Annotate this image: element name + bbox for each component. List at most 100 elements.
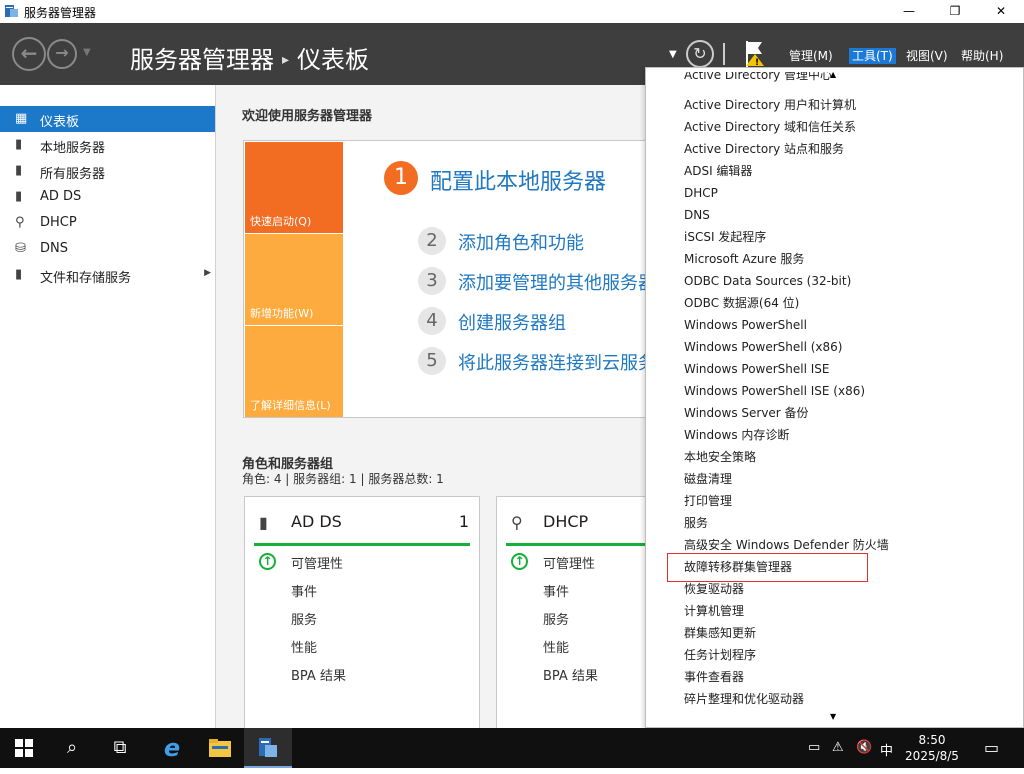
tools-menu-item[interactable]: 本地安全策略	[684, 446, 756, 468]
row-events[interactable]: 事件	[543, 581, 569, 600]
tools-menu-item[interactable]: 打印管理	[684, 490, 732, 512]
sidebar-item-label: 仪表板	[40, 115, 80, 130]
role-card-title[interactable]: AD DS	[291, 512, 342, 531]
tools-menu-item[interactable]: Windows Server 备份	[684, 402, 809, 424]
breadcrumb-root[interactable]: 服务器管理器	[130, 46, 274, 74]
ok-status-icon: ↑	[511, 553, 528, 570]
ie-browser-icon[interactable]: e	[148, 728, 196, 768]
back-button[interactable]: ←	[12, 37, 46, 71]
row-manageability[interactable]: 可管理性	[543, 553, 595, 572]
role-card-count: 1	[458, 512, 469, 531]
ime-indicator[interactable]: 中	[880, 740, 893, 759]
sidebar-item-all-servers[interactable]: ▮ 所有服务器	[0, 158, 215, 184]
tile-whats-new[interactable]: 新增功能(W)	[245, 234, 343, 325]
tools-menu-item[interactable]: 碎片整理和优化驱动器	[684, 688, 804, 710]
forward-button[interactable]: →	[47, 39, 77, 69]
row-bpa[interactable]: BPA 结果	[543, 665, 598, 684]
step-link[interactable]: 将此服务器连接到云服务	[458, 349, 656, 375]
sidebar-item-label: AD DS	[40, 189, 82, 204]
step-link[interactable]: 创建服务器组	[458, 309, 566, 335]
step-number: 2	[418, 227, 446, 255]
row-bpa[interactable]: BPA 结果	[291, 665, 346, 684]
file-explorer-icon[interactable]	[196, 728, 244, 768]
tools-menu-item[interactable]: 磁盘清理	[684, 468, 732, 490]
ok-status-icon: ↑	[259, 553, 276, 570]
tools-menu-item[interactable]: Windows 内存诊断	[684, 424, 789, 446]
tools-menu-item[interactable]: iSCSI 发起程序	[684, 226, 766, 248]
row-events[interactable]: 事件	[291, 581, 317, 600]
menu-view[interactable]: 视图(V)	[903, 48, 951, 64]
tools-menu-item[interactable]: 服务	[684, 512, 708, 534]
server-manager-taskbar-icon[interactable]	[244, 728, 292, 768]
close-button[interactable]: ✕	[978, 0, 1024, 23]
dhcp-icon: ⚲	[15, 215, 25, 230]
row-manageability[interactable]: 可管理性	[291, 553, 343, 572]
tools-menu-item[interactable]: Active Directory 域和信任关系	[684, 116, 856, 138]
sidebar-item-dashboard[interactable]: ▦ 仪表板	[0, 106, 215, 132]
menu-help[interactable]: 帮助(H)	[958, 48, 1006, 64]
step-number: 1	[384, 161, 418, 195]
tools-menu-item[interactable]: Windows PowerShell ISE (x86)	[684, 380, 865, 402]
menu-manage[interactable]: 管理(M)	[786, 48, 836, 64]
row-services[interactable]: 服务	[543, 609, 569, 628]
header-dropdown-icon[interactable]: ▼	[669, 49, 677, 60]
menu-item-ad-admin-center[interactable]: Active Directory 管理中心	[684, 72, 832, 84]
refresh-icon[interactable]: ↻	[686, 40, 714, 68]
tools-menu-item[interactable]: DHCP	[684, 182, 718, 204]
minimize-button[interactable]: —	[886, 0, 932, 23]
tools-menu-item[interactable]: ODBC 数据源(64 位)	[684, 292, 799, 314]
tools-menu-item[interactable]: Active Directory 用户和计算机	[684, 94, 856, 116]
volume-muted-icon[interactable]: 🔇	[856, 740, 872, 755]
tools-menu-item[interactable]: Microsoft Azure 服务	[684, 248, 804, 270]
tools-menu-item[interactable]: 群集感知更新	[684, 622, 756, 644]
search-icon[interactable]: ⌕	[48, 728, 96, 768]
header-divider	[723, 43, 725, 65]
start-button[interactable]	[0, 728, 48, 768]
expand-arrow-icon[interactable]: ▶	[204, 268, 211, 278]
role-card-ad-ds[interactable]: ▮ AD DS 1 ↑ 可管理性 事件 服务 性能 BPA 结果	[244, 496, 480, 728]
clock-date: 2025/8/5	[905, 749, 959, 763]
tools-menu-item[interactable]: 任务计划程序	[684, 644, 756, 666]
sidebar-item-dhcp[interactable]: ⚲ DHCP	[0, 210, 215, 236]
file-storage-icon: ▮	[15, 267, 23, 282]
notifications-flag-icon[interactable]: !	[744, 39, 768, 69]
tools-menu-item[interactable]: Windows PowerShell (x86)	[684, 336, 842, 358]
row-services[interactable]: 服务	[291, 609, 317, 628]
tile-learn-more[interactable]: 了解详细信息(L)	[245, 326, 343, 417]
tools-menu-item[interactable]: Active Directory 站点和服务	[684, 138, 844, 160]
role-card-title[interactable]: DHCP	[543, 512, 588, 531]
history-dropdown-icon[interactable]: ▼	[83, 47, 91, 58]
step-link[interactable]: 配置此本地服务器	[430, 164, 606, 196]
sidebar-item-file-storage[interactable]: ▮ 文件和存储服务 ▶	[0, 262, 215, 288]
step-link[interactable]: 添加角色和功能	[458, 229, 584, 255]
sidebar-item-local-server[interactable]: ▮ 本地服务器	[0, 132, 215, 158]
tools-menu-item[interactable]: ADSI 编辑器	[684, 160, 752, 182]
step-link[interactable]: 添加要管理的其他服务器	[458, 269, 656, 295]
row-performance[interactable]: 性能	[291, 637, 317, 656]
row-performance[interactable]: 性能	[543, 637, 569, 656]
notification-center-icon[interactable]: ▭	[984, 738, 999, 757]
maximize-button[interactable]: ❐	[932, 0, 978, 23]
taskbar: ⌕ ⧉ e ▭ ⚠ 🔇 中 8:50 2025/8/5 ▭	[0, 728, 1024, 768]
tools-menu-item[interactable]: DNS	[684, 204, 710, 226]
tile-label: 了解详细信息(L)	[250, 399, 331, 412]
tile-quick-start[interactable]: 快速启动(Q)	[245, 142, 343, 233]
network-icon[interactable]: ▭	[808, 740, 820, 755]
warning-icon[interactable]: ⚠	[832, 740, 844, 755]
scroll-down-icon[interactable]: ▼	[830, 712, 836, 721]
status-bar	[254, 543, 470, 546]
clock[interactable]: 8:50 2025/8/5	[900, 732, 964, 764]
menu-tools[interactable]: 工具(T)	[849, 48, 896, 64]
tools-menu-item[interactable]: Windows PowerShell	[684, 314, 807, 336]
task-view-icon[interactable]: ⧉	[96, 728, 144, 768]
dns-icon: ⛁	[15, 241, 26, 256]
tools-menu-item[interactable]: Windows PowerShell ISE	[684, 358, 830, 380]
tools-menu-item[interactable]: 计算机管理	[684, 600, 744, 622]
windows-logo-icon	[15, 739, 33, 757]
sidebar-item-ad-ds[interactable]: ▮ AD DS	[0, 184, 215, 210]
tools-menu-item[interactable]: 事件查看器	[684, 666, 744, 688]
ad-ds-icon: ▮	[15, 189, 23, 204]
tools-menu: ▲ Active Directory 管理中心 Active Directory…	[645, 67, 1024, 728]
tools-menu-item[interactable]: ODBC Data Sources (32-bit)	[684, 270, 851, 292]
sidebar-item-dns[interactable]: ⛁ DNS	[0, 236, 215, 262]
